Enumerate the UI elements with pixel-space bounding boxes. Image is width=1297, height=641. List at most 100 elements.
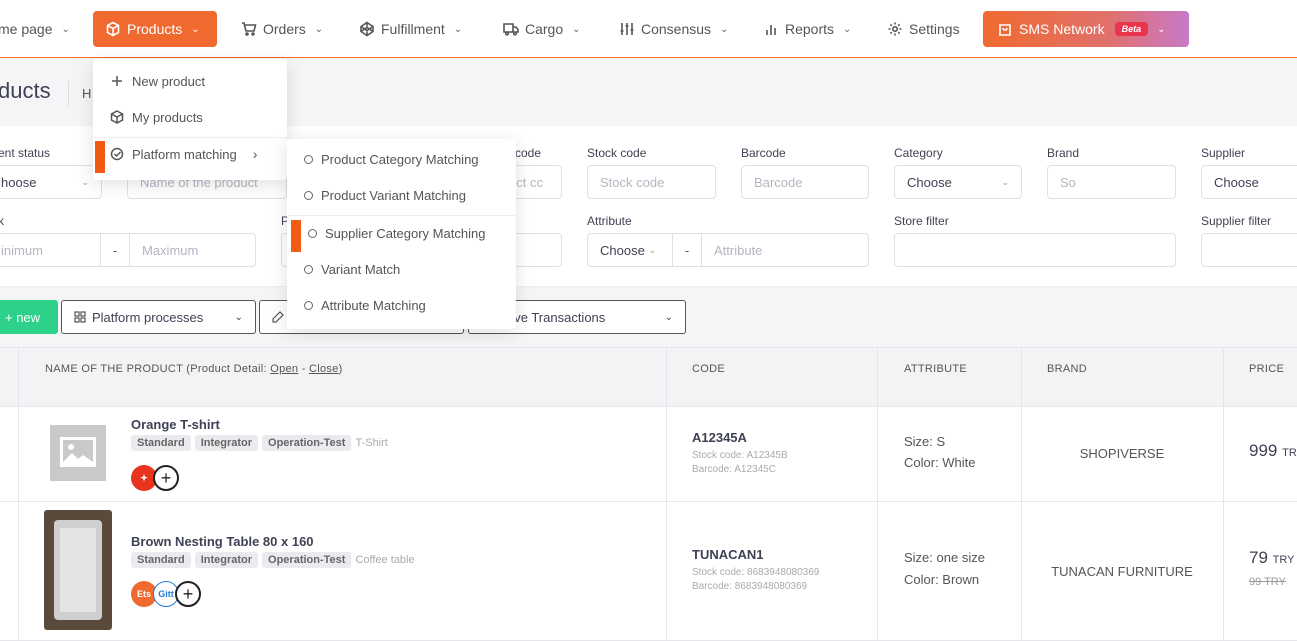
supplier-filter-label: Supplier filter <box>1201 214 1272 228</box>
platform-processes-button[interactable]: Platform processes ⌄ <box>61 300 256 334</box>
nav-settings[interactable]: Settings <box>887 11 960 47</box>
channel-icons: Ets Gitt + <box>131 581 201 607</box>
nav-orders[interactable]: Orders ⌄ <box>241 11 323 47</box>
product-tags: Standard Integrator Operation-Test Coffe… <box>131 552 415 568</box>
header-name-label: NAME OF THE PRODUCT (Product Detail: <box>45 363 271 375</box>
truck-icon <box>503 23 519 36</box>
circle-icon <box>304 154 313 164</box>
barcode-input[interactable]: Barcode <box>741 165 869 199</box>
submenu-product-variant-matching[interactable]: Product Variant Matching <box>287 177 516 213</box>
detail-close-link[interactable]: Close <box>309 363 339 375</box>
header-price: PRICE <box>1249 363 1285 375</box>
product-category: T-Shirt <box>355 437 388 449</box>
tag-operation-test: Operation-Test <box>262 435 352 451</box>
product-name[interactable]: Brown Nesting Table 80 x 160 <box>131 534 314 549</box>
attribute-color: Color: Brown <box>904 572 980 587</box>
submenu-product-category-matching[interactable]: Product Category Matching <box>287 141 516 177</box>
attribute-input[interactable]: Attribute <box>701 233 869 267</box>
add-new-button[interactable]: + new <box>0 300 58 334</box>
chevron-down-icon: ⌄ <box>81 176 89 187</box>
nav-sms-network[interactable]: SMS Network Beta ⌄ <box>983 11 1189 47</box>
stock-min-input[interactable]: inimum <box>0 233 101 267</box>
product-code-label: code <box>515 146 542 160</box>
chevron-down-icon: ⌄ <box>1157 23 1166 35</box>
submenu-supplier-category-matching[interactable]: Supplier Category Matching <box>287 215 516 251</box>
nav-fulfillment-label: Fulfillment <box>381 21 445 37</box>
products-dropdown: New product My products Platform matchin… <box>93 59 287 180</box>
submenu-variant-match[interactable]: Variant Match <box>287 251 516 287</box>
product-brand: SHOPIVERSE <box>1079 446 1165 461</box>
breadcrumb[interactable]: H <box>82 86 91 101</box>
menu-new-product[interactable]: New product <box>93 63 287 99</box>
category-select-value: Choose <box>907 174 952 190</box>
codepen-icon <box>360 21 374 37</box>
circle-icon <box>304 300 313 310</box>
product-category: Coffee table <box>355 554 415 566</box>
add-channel-icon[interactable]: + <box>153 465 179 491</box>
page-title: ducts <box>0 78 51 103</box>
nav-home[interactable]: me page ⌄ <box>0 11 70 47</box>
nav-fulfillment[interactable]: Fulfillment ⌄ <box>359 11 462 47</box>
chevron-down-icon: ⌄ <box>453 23 463 35</box>
chevron-down-icon: ⌄ <box>664 311 673 323</box>
detail-open-link[interactable]: Open <box>270 363 298 375</box>
menu-my-products-label: My products <box>132 109 203 125</box>
barcode: Barcode: A12345C <box>692 464 776 475</box>
price-max-input[interactable] <box>510 233 562 267</box>
tag-standard: Standard <box>131 435 191 451</box>
edit-icon <box>272 311 284 323</box>
header-sep: - <box>298 363 310 375</box>
header-code: CODE <box>692 363 725 375</box>
category-select[interactable]: Choose ⌄ <box>894 165 1022 199</box>
barcode: Barcode: 8683948080369 <box>692 581 808 592</box>
chevron-down-icon: ⌄ <box>1001 176 1009 187</box>
chevron-down-icon: ⌄ <box>572 23 581 35</box>
top-navigation: me page ⌄ Products ⌄ Orders ⌄ Fulfillment ⌄ … <box>0 0 1297 58</box>
circle-icon <box>304 190 313 200</box>
supplier-select[interactable]: Choose <box>1201 165 1297 199</box>
attribute-dash: - <box>672 233 702 267</box>
range-dash: - <box>100 233 130 267</box>
sliders-icon <box>620 23 634 35</box>
stock-code-input[interactable]: Stock code <box>587 165 716 199</box>
product-price: 999 TRY <box>1249 441 1297 461</box>
supplier-filter-input[interactable] <box>1201 233 1297 267</box>
store-filter-input[interactable] <box>894 233 1176 267</box>
chevron-right-icon: › <box>252 146 258 162</box>
box-icon <box>110 110 124 124</box>
brand-input[interactable]: So <box>1047 165 1176 199</box>
submenu-item-label: Attribute Matching <box>321 297 426 313</box>
status-select-value: hoose <box>1 174 37 190</box>
chevron-down-icon: ⌄ <box>843 23 852 35</box>
chevron-down-icon: ⌄ <box>61 23 70 35</box>
platform-matching-submenu: Product Category Matching Product Varian… <box>287 139 516 329</box>
nav-cargo[interactable]: Cargo ⌄ <box>503 11 581 47</box>
nav-home-label: me page <box>0 21 53 37</box>
attribute-label: Attribute <box>587 214 632 228</box>
box-icon <box>106 21 120 37</box>
table-header: NAME OF THE PRODUCT (Product Detail: Ope… <box>0 347 1297 407</box>
product-name[interactable]: Orange T-shirt <box>131 417 220 432</box>
platform-processes-label: Platform processes <box>92 309 204 325</box>
table-row[interactable]: Brown Nesting Table 80 x 160 Standard In… <box>0 502 1297 641</box>
tag-standard: Standard <box>131 552 191 568</box>
stock-range-label: k <box>0 214 4 228</box>
nav-consensus[interactable]: Consensus ⌄ <box>619 11 728 47</box>
menu-platform-matching-label: Platform matching <box>132 146 237 162</box>
submenu-attribute-matching[interactable]: Attribute Matching <box>287 287 516 323</box>
menu-my-products[interactable]: My products <box>93 99 287 135</box>
table-row[interactable]: Orange T-shirt Standard Integrator Opera… <box>0 407 1297 502</box>
chevron-down-icon: ⌄ <box>191 23 200 35</box>
stock-max-input[interactable]: Maximum <box>129 233 256 267</box>
nav-reports[interactable]: Reports ⌄ <box>763 11 851 47</box>
add-channel-icon[interactable]: + <box>175 581 201 607</box>
submenu-item-label: Product Category Matching <box>321 151 479 167</box>
header-attribute: ATTRIBUTE <box>904 363 967 375</box>
nav-products[interactable]: Products ⌄ <box>93 11 217 47</box>
menu-platform-matching[interactable]: Platform matching › <box>93 136 287 172</box>
supplier-label: Supplier <box>1201 146 1246 160</box>
price-currency: TRY <box>1272 554 1295 566</box>
chevron-down-icon: ⌄ <box>648 244 656 255</box>
status-select[interactable]: hoose ⌄ <box>0 165 102 199</box>
attribute-select[interactable]: Choose ⌄ <box>587 233 673 267</box>
